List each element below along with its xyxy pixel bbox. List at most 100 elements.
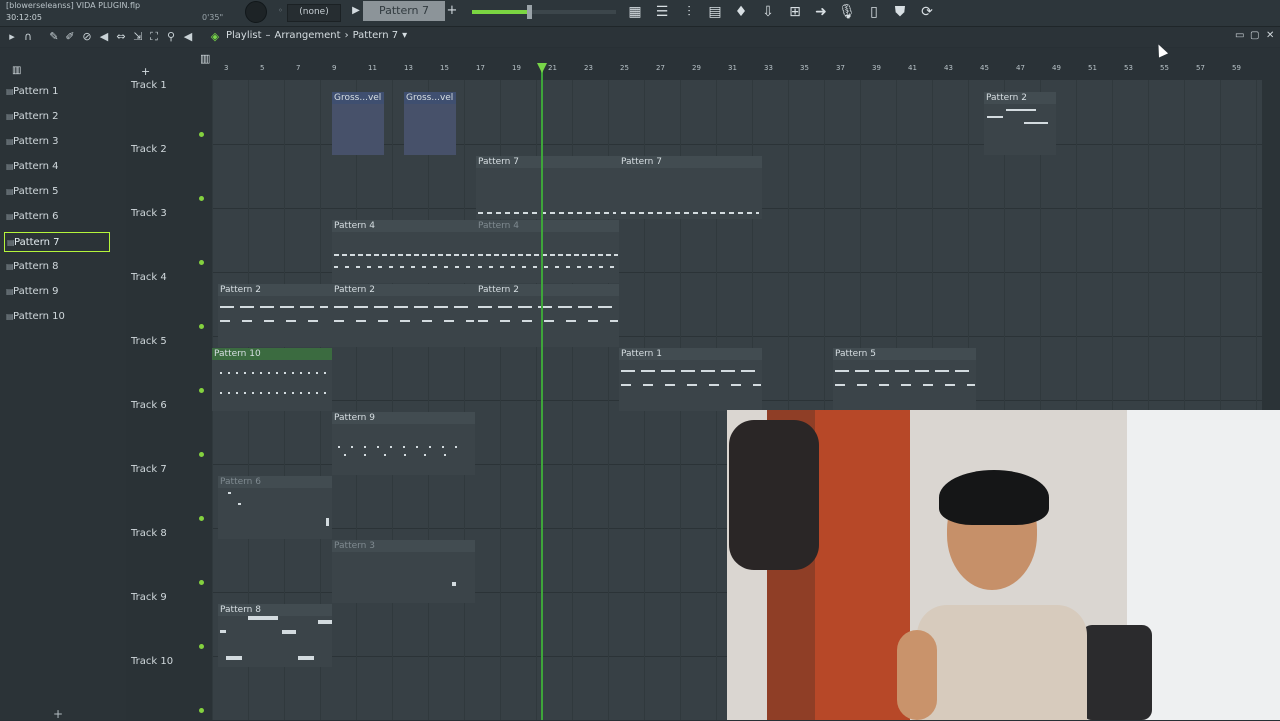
- add-pattern-button[interactable]: +: [445, 3, 459, 19]
- pattern-clip[interactable]: Pattern 9: [332, 412, 475, 475]
- minimize-button[interactable]: ▭: [1235, 30, 1244, 41]
- picker-item[interactable]: ▤ Pattern 1: [4, 82, 110, 102]
- pattern-clip[interactable]: Pattern 2: [332, 284, 476, 347]
- track-enable-toggle[interactable]: [199, 260, 204, 265]
- picker-item[interactable]: ▤ Pattern 6: [4, 207, 110, 227]
- slice-icon[interactable]: ⇲: [130, 29, 146, 45]
- microphone-icon[interactable]: 🎙: [838, 3, 856, 21]
- track-label[interactable]: Track 5: [131, 336, 167, 347]
- track-enable-toggle[interactable]: [199, 580, 204, 585]
- clip-label: Pattern 2: [334, 285, 375, 295]
- stamp-icon[interactable]: ⛊: [891, 3, 909, 21]
- plugin-picker-icon[interactable]: ♦: [732, 3, 750, 21]
- pattern-selector[interactable]: Pattern 7: [363, 1, 445, 21]
- track-label[interactable]: Track 1: [131, 80, 167, 91]
- pattern-clip[interactable]: Pattern 3: [332, 540, 475, 603]
- browser-icon[interactable]: ⇩: [759, 3, 777, 21]
- maximize-button[interactable]: ▢: [1250, 30, 1259, 41]
- pattern-clip[interactable]: Pattern 7: [619, 156, 762, 219]
- piano-roll-icon[interactable]: ☰: [653, 3, 671, 21]
- record-mode-icon[interactable]: ◦: [278, 6, 283, 15]
- vertical-scrollbar[interactable]: [1262, 80, 1280, 410]
- ruler-bar-number: 19: [512, 64, 521, 72]
- ruler-bar-number: 21: [548, 64, 557, 72]
- track-label[interactable]: Track 2: [131, 144, 167, 155]
- audio-clip[interactable]: Gross...vel: [404, 92, 456, 155]
- breadcrumb-dropdown[interactable]: ▾: [402, 30, 407, 41]
- picker-item[interactable]: ▤ Pattern 3: [4, 132, 110, 152]
- file-icon[interactable]: ▯: [865, 3, 883, 21]
- track-label[interactable]: Track 8: [131, 528, 167, 539]
- pencil-icon[interactable]: ✎: [46, 29, 62, 45]
- track-label[interactable]: Track 10: [131, 656, 173, 667]
- track-enable-toggle[interactable]: [199, 708, 204, 713]
- pattern-clip[interactable]: Pattern 1: [619, 348, 762, 411]
- pattern-clip[interactable]: Pattern 4: [476, 220, 619, 283]
- slip-icon[interactable]: ⇔: [113, 29, 129, 45]
- pattern-clip[interactable]: Pattern 2: [476, 284, 619, 347]
- refresh-icon[interactable]: ⟳: [918, 3, 936, 21]
- close-button[interactable]: ✕: [1266, 30, 1274, 41]
- track-enable-toggle[interactable]: [199, 516, 204, 521]
- pattern-clip[interactable]: Pattern 6: [218, 476, 332, 539]
- menu-arrow-icon[interactable]: ▸: [4, 29, 20, 45]
- channel-rack-icon[interactable]: ▤: [706, 3, 724, 21]
- ruler-bar-number: 23: [584, 64, 593, 72]
- track-enable-toggle[interactable]: [199, 452, 204, 457]
- picker-item[interactable]: ▤ Pattern 4: [4, 157, 110, 177]
- pattern-clip[interactable]: Pattern 8: [218, 604, 332, 667]
- master-volume-slider[interactable]: [472, 10, 616, 14]
- picker-item[interactable]: ▤ Pattern 10: [4, 307, 110, 327]
- magnet-icon[interactable]: ∩: [20, 29, 36, 45]
- playhead[interactable]: [541, 64, 543, 720]
- track-enable-toggle[interactable]: [199, 196, 204, 201]
- play-pattern-button[interactable]: ▶: [349, 3, 363, 19]
- arrow-icon[interactable]: ➜: [812, 3, 830, 21]
- breadcrumb-arrangement[interactable]: Arrangement: [275, 30, 341, 41]
- channel-select[interactable]: (none): [287, 4, 341, 22]
- pattern-clip[interactable]: Pattern 5: [833, 348, 976, 411]
- track-label[interactable]: Track 4: [131, 272, 167, 283]
- volume-thumb[interactable]: [527, 5, 532, 19]
- brush-icon[interactable]: ✐: [62, 29, 78, 45]
- track-enable-toggle[interactable]: [199, 388, 204, 393]
- track-label[interactable]: Track 7: [131, 464, 167, 475]
- piano-icon[interactable]: ▥: [200, 52, 210, 65]
- ruler-bar-number: 47: [1016, 64, 1025, 72]
- webcam-person-shirt: [917, 605, 1087, 720]
- track-label[interactable]: Track 3: [131, 208, 167, 219]
- master-volume-knob[interactable]: [245, 1, 267, 23]
- delete-icon[interactable]: ⊘: [79, 29, 95, 45]
- breadcrumb-pattern[interactable]: Pattern 7: [353, 30, 399, 41]
- add-track-icon[interactable]: +: [141, 65, 150, 78]
- track-label[interactable]: Track 9: [131, 592, 167, 603]
- picker-item[interactable]: ▤ Pattern 2: [4, 107, 110, 127]
- arrangement-icon[interactable]: ◈: [207, 29, 223, 45]
- picker-item[interactable]: ▤ Pattern 7: [4, 232, 110, 252]
- track-enable-toggle[interactable]: [199, 132, 204, 137]
- zoom-icon[interactable]: ⚲: [163, 29, 179, 45]
- track-enable-toggle[interactable]: [199, 644, 204, 649]
- picker-item[interactable]: ▤ Pattern 9: [4, 282, 110, 302]
- pattern-clip[interactable]: Pattern 4: [332, 220, 476, 283]
- tree-icon[interactable]: ⊞: [786, 3, 804, 21]
- pattern-clip[interactable]: Pattern 10: [212, 348, 332, 411]
- picker-item[interactable]: ▤ Pattern 5: [4, 182, 110, 202]
- select-icon[interactable]: ⛶: [146, 29, 162, 45]
- pattern-clip[interactable]: Pattern 2: [984, 92, 1056, 155]
- picker-item[interactable]: ▤ Pattern 8: [4, 257, 110, 277]
- track-enable-toggle[interactable]: [199, 324, 204, 329]
- main-toolbar: [blowerseleanss] VIDA PLUGIN.flp 30:12:0…: [0, 0, 1280, 27]
- mute-icon[interactable]: ◀: [96, 29, 112, 45]
- mixer-icon[interactable]: ⫶: [680, 3, 698, 21]
- picker-add-button[interactable]: +: [53, 707, 63, 721]
- timeline-ruler[interactable]: 3 5 7 9 11 13 15 17 19 21 23 25 27 29 31 33 35 37 39 41 43 45…: [212, 64, 1262, 78]
- playback-icon[interactable]: ◀: [180, 29, 196, 45]
- playlist-icon[interactable]: ▦: [626, 3, 644, 21]
- track-label[interactable]: Track 6: [131, 400, 167, 411]
- audio-clip[interactable]: Gross...vel: [332, 92, 384, 155]
- pattern-clip[interactable]: Pattern 2: [218, 284, 332, 347]
- clip-label: Pattern 4: [478, 221, 519, 231]
- snap-icon[interactable]: ▥: [12, 65, 26, 76]
- pattern-clip[interactable]: Pattern 7: [476, 156, 619, 219]
